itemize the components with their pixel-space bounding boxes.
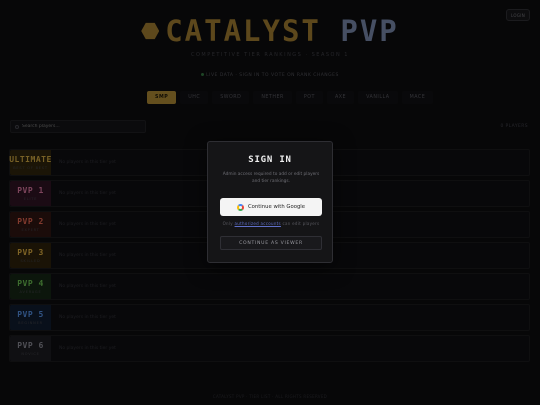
page: LOGIN CATALYST PVP COMPETITIVE TIER RANK…	[0, 0, 540, 405]
google-icon	[236, 203, 244, 211]
authorized-accounts-link[interactable]: authorized accounts	[235, 221, 281, 226]
continue-as-viewer-button[interactable]: CONTINUE AS VIEWER	[220, 236, 322, 250]
modal-title: SIGN IN	[248, 155, 292, 165]
modal-note: Only authorized accounts can edit player…	[220, 221, 322, 227]
modal-note-prefix: Only	[222, 221, 235, 226]
continue-with-google-button[interactable]: Continue with Google	[220, 198, 322, 216]
google-button-label: Continue with Google	[247, 204, 306, 210]
sign-in-modal: SIGN IN Admin access required to add or …	[207, 141, 333, 263]
modal-description: Admin access required to add or edit pla…	[222, 172, 320, 184]
modal-note-suffix: can edit players	[280, 221, 320, 226]
